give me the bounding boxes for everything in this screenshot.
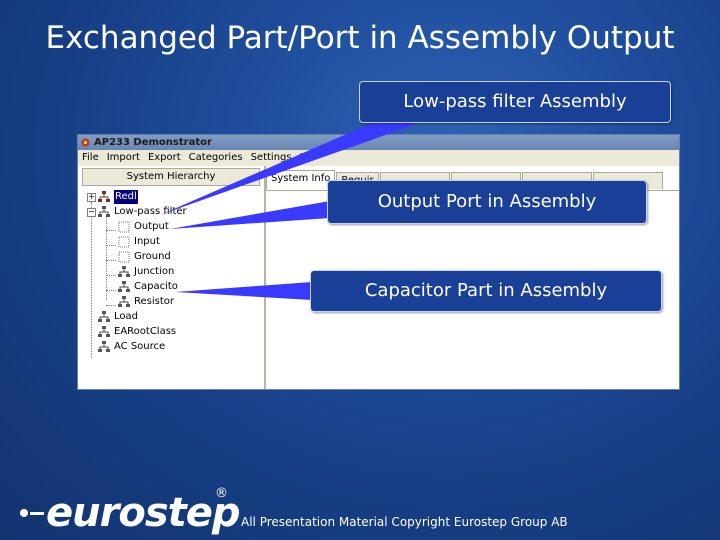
tree-item[interactable]: Resistor	[78, 295, 264, 309]
port-icon	[118, 236, 130, 248]
part-icon	[98, 311, 110, 322]
menu-categories[interactable]: Categories	[189, 150, 243, 166]
tree-item[interactable]: AC Source	[78, 340, 264, 354]
tree-item-label: Redl	[114, 190, 138, 204]
app-titlebar: AP233 Demonstrator	[78, 135, 679, 150]
expand-icon[interactable]: +	[87, 193, 96, 202]
callout-part: Capacitor Part in Assembly	[310, 270, 662, 312]
app-window: AP233 Demonstrator File Import Export Ca…	[77, 134, 680, 390]
tree-item[interactable]: Junction	[78, 265, 264, 279]
part-icon	[118, 296, 130, 307]
menu-import[interactable]: Import	[107, 150, 140, 166]
tree-item-label: Load	[114, 311, 138, 322]
menu-settings[interactable]: Settings	[251, 150, 292, 166]
assembly-icon	[98, 191, 110, 202]
tree-item-label: Ground	[134, 251, 171, 262]
collapse-icon[interactable]: −	[87, 208, 96, 217]
tree-item-label: Output	[134, 221, 169, 232]
port-icon	[118, 221, 130, 233]
port-icon	[118, 251, 130, 263]
tree-item-label: AC Source	[114, 341, 166, 352]
tree-item-label: EARootClass	[114, 326, 177, 337]
tab-system-hierarchy[interactable]: System Hierarchy	[82, 168, 260, 186]
tree-item[interactable]: Output	[78, 220, 264, 234]
tree-item[interactable]: EARootClass	[78, 325, 264, 339]
tree-item-label: Input	[134, 236, 160, 247]
part-icon	[118, 266, 130, 277]
tab-system-info[interactable]: System Info	[266, 170, 336, 189]
tree-item[interactable]: + Redl	[78, 190, 264, 204]
callout-port: Output Port in Assembly	[327, 180, 647, 224]
tree-item-label: Junction	[134, 266, 175, 277]
copyright-text: All Presentation Material Copyright Euro…	[241, 515, 568, 529]
logo-dash-icon	[30, 511, 44, 515]
app-icon	[81, 138, 90, 147]
part-icon	[118, 281, 130, 292]
tree-item-label: Low-pass filter	[114, 206, 187, 217]
assembly-icon	[98, 206, 110, 217]
tree-item[interactable]: Capacito	[78, 280, 264, 294]
tree-item[interactable]: Input	[78, 235, 264, 249]
tree-item-label: Capacito	[134, 281, 178, 292]
menu-export[interactable]: Export	[148, 150, 181, 166]
menu-file[interactable]: File	[82, 150, 99, 166]
menu-help[interactable]: Hel	[300, 150, 316, 166]
part-icon	[98, 341, 110, 352]
slide-title: Exchanged Part/Port in Assembly Output	[45, 20, 675, 56]
tree-item[interactable]: Load	[78, 310, 264, 324]
tree-item-label: Resistor	[134, 296, 174, 307]
eurostep-logo: eurostep ®	[20, 486, 241, 538]
part-icon	[98, 326, 110, 337]
menu-bar: File Import Export Categories Settings H…	[78, 150, 679, 166]
tree-item[interactable]: − Low-pass filter	[78, 205, 264, 219]
registered-mark: ®	[215, 486, 228, 501]
callout-assembly: Low-pass filter Assembly	[359, 81, 671, 123]
logo-text: eurostep	[46, 490, 241, 536]
logo-dot-icon	[20, 509, 28, 517]
tree-item[interactable]: Ground	[78, 250, 264, 264]
app-title: AP233 Demonstrator	[94, 137, 212, 148]
system-hierarchy-panel: System Hierarchy + Redl − Low-pass filte…	[78, 166, 266, 389]
